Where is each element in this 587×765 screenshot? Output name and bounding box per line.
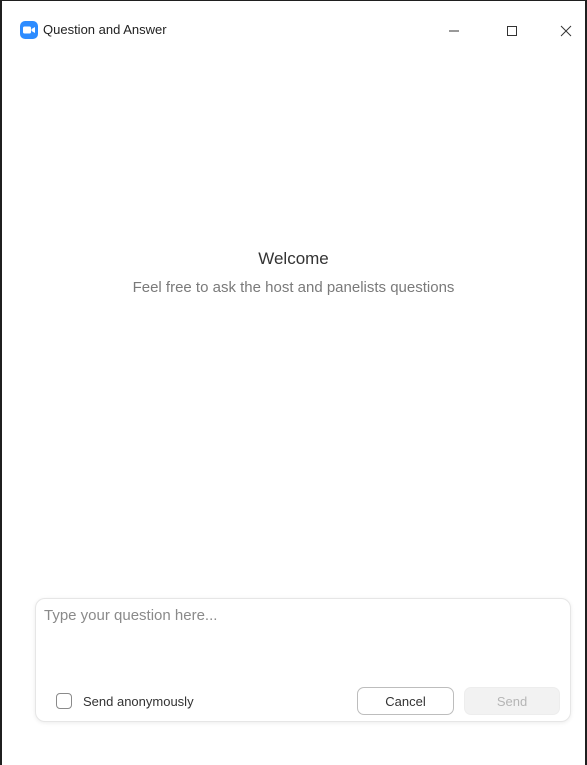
send-anonymously-option[interactable]: Send anonymously (56, 691, 194, 711)
maximize-icon (507, 26, 517, 36)
minimize-button[interactable] (432, 13, 476, 49)
cancel-button[interactable]: Cancel (357, 687, 454, 715)
send-button[interactable]: Send (464, 687, 560, 715)
zoom-app-icon (20, 21, 38, 39)
welcome-heading: Welcome (258, 249, 329, 268)
welcome-subtitle: Feel free to ask the host and panelists … (132, 279, 455, 296)
title-bar: Question and Answer (2, 1, 585, 41)
anonymous-label: Send anonymously (83, 693, 194, 709)
anonymous-checkbox[interactable] (56, 693, 72, 709)
qa-window: Question and Answer Welcome Feel free to… (0, 0, 587, 765)
close-icon (560, 25, 572, 37)
minimize-icon (449, 30, 459, 32)
question-input[interactable] (44, 605, 562, 675)
maximize-button[interactable] (490, 13, 534, 49)
question-compose-box: Send anonymously Cancel Send (35, 598, 571, 722)
camera-glyph (23, 26, 35, 34)
window-title: Question and Answer (43, 22, 167, 37)
close-button[interactable] (544, 13, 587, 49)
